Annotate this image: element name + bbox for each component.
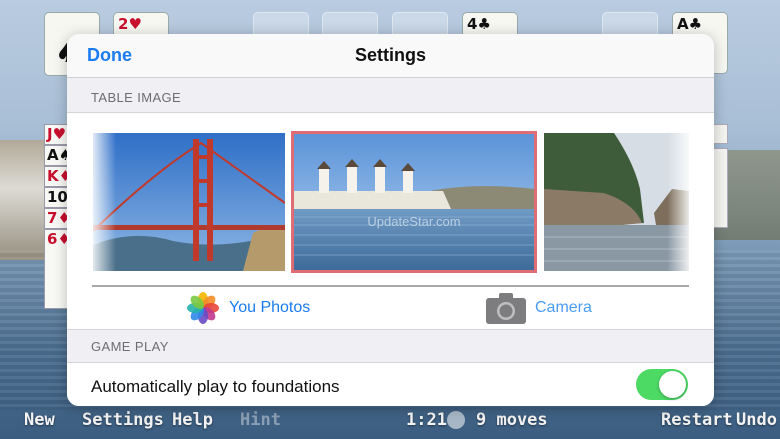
table-image-group: UpdateStar.com You Photos Camera: [67, 112, 714, 330]
camera-label: Camera: [535, 299, 592, 316]
photos-button[interactable]: You Photos: [185, 287, 325, 329]
auto-play-label: Automatically play to foundations: [91, 377, 340, 396]
mykonos-image: [293, 133, 535, 271]
tableau-card[interactable]: [712, 124, 728, 144]
restart-button[interactable]: Restart: [661, 410, 733, 430]
camera-icon: [486, 293, 526, 324]
auto-play-row: Automatically play to foundations: [67, 362, 714, 406]
game-play-header: GAME PLAY: [91, 339, 169, 354]
golden-gate-bridge-photo[interactable]: [93, 133, 285, 271]
auto-play-toggle[interactable]: [636, 369, 688, 400]
status-dot-icon: [447, 411, 465, 429]
undo-button[interactable]: Undo: [736, 410, 777, 430]
toggle-knob: [659, 371, 686, 398]
rocky-coast-image: [544, 133, 689, 271]
hint-button[interactable]: Hint: [240, 410, 281, 430]
tableau-card[interactable]: [712, 148, 728, 228]
photos-icon: [187, 292, 219, 324]
golden-gate-image: [93, 133, 285, 271]
watermark-text: UpdateStar.com: [367, 214, 461, 229]
settings-sheet: Done Settings TABLE IMAGE UpdateStar.com…: [67, 34, 714, 406]
rocky-coast-photo[interactable]: [544, 133, 689, 271]
new-game-button[interactable]: New: [24, 410, 55, 430]
table-image-header: TABLE IMAGE: [91, 90, 182, 105]
image-source-row: You Photos Camera: [67, 287, 714, 329]
nav-bar: Done Settings: [67, 34, 714, 78]
help-button[interactable]: Help: [172, 410, 213, 430]
photos-label: You Photos: [229, 299, 311, 316]
image-carousel[interactable]: UpdateStar.com: [67, 113, 714, 287]
game-timer: 1:21: [406, 410, 447, 430]
move-counter: 9 moves: [476, 410, 548, 430]
camera-button[interactable]: Camera: [486, 287, 606, 329]
mykonos-windmills-photo[interactable]: UpdateStar.com: [291, 131, 537, 273]
settings-button[interactable]: Settings: [82, 410, 164, 430]
page-title: Settings: [354, 45, 426, 65]
